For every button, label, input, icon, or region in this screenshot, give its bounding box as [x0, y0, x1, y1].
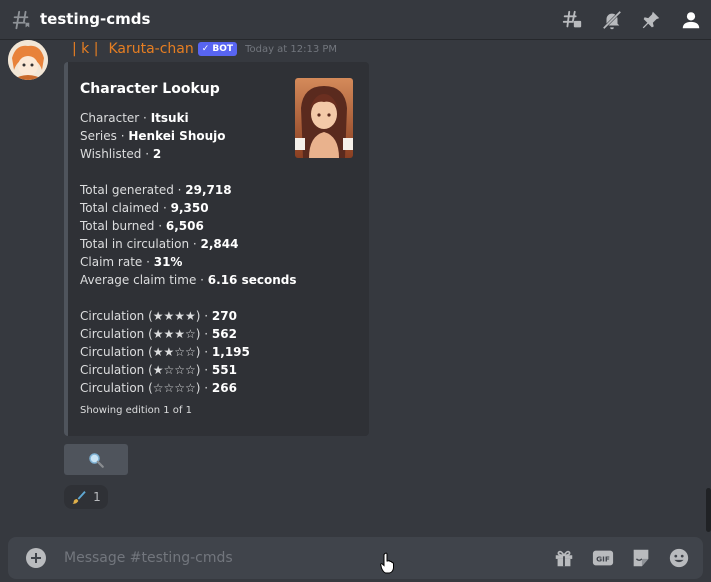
channel-name: testing-cmds — [40, 10, 151, 28]
pin-icon[interactable] — [640, 9, 662, 31]
field-wishlisted: Wishlisted · 2 — [80, 147, 162, 161]
field-circulation-0star: Circulation (☆☆☆☆) · 266 — [80, 381, 237, 395]
member-list-icon[interactable] — [680, 9, 702, 31]
scrollbar-thumb[interactable] — [706, 488, 711, 532]
avatar[interactable] — [8, 40, 48, 80]
notification-bell-muted-icon[interactable] — [601, 9, 623, 31]
field-circulation-3star: Circulation (★★★☆) · 562 — [80, 327, 237, 341]
embed-footer: Showing edition 1 of 1 — [80, 405, 192, 416]
field-character: Character · Itsuki — [80, 111, 189, 125]
thread-channel-icon — [12, 10, 30, 30]
field-total-generated: Total generated · 29,718 — [80, 183, 232, 197]
field-circulation-4star: Circulation (★★★★) · 270 — [80, 309, 237, 323]
threads-icon[interactable] — [561, 9, 583, 31]
gift-icon[interactable] — [553, 547, 575, 569]
field-circulation-2star: Circulation (★★☆☆) · 1,195 — [80, 345, 250, 359]
attach-plus-icon[interactable] — [26, 548, 46, 568]
bot-badge: ✓ BOT — [197, 42, 238, 56]
embed-fields: Character · Itsuki Series · Henkei Shouj… — [80, 109, 296, 397]
author-name[interactable]: Karuta-chan — [108, 41, 193, 57]
magnifier-icon — [89, 452, 104, 468]
field-total-claimed: Total claimed · 9,350 — [80, 201, 209, 215]
message-composer: GIF — [8, 537, 703, 579]
lookup-search-button[interactable] — [64, 444, 128, 475]
paintbrush-icon — [72, 491, 86, 504]
reaction-count: 1 — [93, 490, 101, 504]
field-average-claim-time: Average claim time · 6.16 seconds — [80, 273, 297, 287]
reaction-paintbrush[interactable]: 1 — [64, 485, 108, 509]
character-lookup-embed: Character Lookup Character · Itsuki Seri… — [64, 62, 369, 436]
embed-title: Character Lookup — [80, 81, 220, 97]
sticker-icon[interactable] — [630, 547, 652, 569]
field-total-circulation: Total in circulation · 2,844 — [80, 237, 239, 251]
emoji-icon[interactable] — [668, 547, 690, 569]
message-header: | k | Karuta-chan ✓ BOT Today at 12:13 P… — [72, 40, 337, 58]
gif-icon[interactable]: GIF — [592, 547, 614, 569]
field-circulation-1star: Circulation (★☆☆☆) · 551 — [80, 363, 237, 377]
channel-header: testing-cmds — [0, 0, 711, 40]
character-thumbnail[interactable] — [295, 78, 353, 158]
field-series: Series · Henkei Shoujo — [80, 129, 226, 143]
message-timestamp: Today at 12:13 PM — [245, 43, 338, 55]
message-input[interactable] — [64, 537, 514, 579]
hand-cursor-icon — [380, 552, 394, 574]
field-total-burned: Total burned · 6,506 — [80, 219, 204, 233]
username-prefix: | k | — [72, 41, 99, 57]
svg-text:GIF: GIF — [596, 555, 610, 564]
field-claim-rate: Claim rate · 31% — [80, 255, 183, 269]
